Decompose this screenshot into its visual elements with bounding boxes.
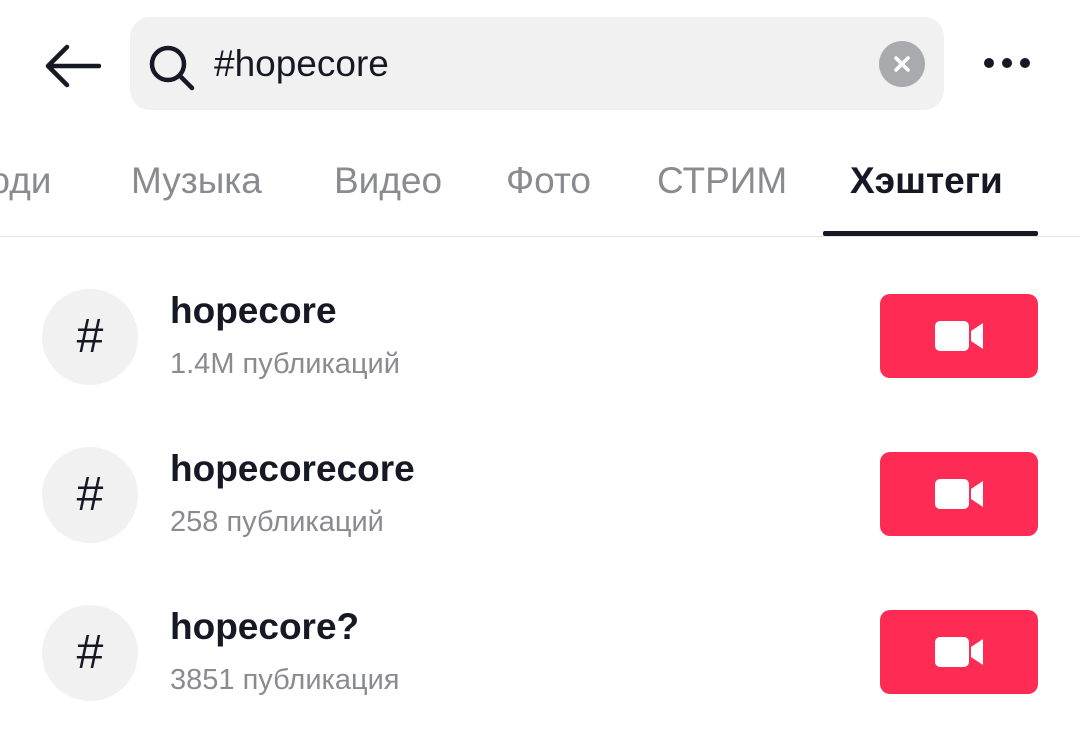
hashtag-symbol: #: [76, 468, 104, 521]
back-button[interactable]: [38, 34, 106, 98]
clear-x-icon: [894, 56, 910, 72]
tab-hashtags[interactable]: Хэштеги: [850, 160, 1003, 202]
video-camera-icon: [935, 479, 983, 509]
hashtag-icon: #: [42, 289, 138, 385]
hashtag-icon: #: [42, 605, 138, 701]
more-options-button[interactable]: [972, 40, 1042, 86]
hashtag-row[interactable]: # hopecore? 3851 публикация: [0, 574, 1080, 732]
hashtag-symbol: #: [76, 310, 104, 363]
top-bar: [0, 0, 1080, 130]
clear-search-button[interactable]: [879, 41, 925, 87]
hashtag-post-count: 258 публикаций: [170, 506, 384, 538]
hashtag-post-count: 1.4M публикаций: [170, 348, 400, 380]
more-dot: [1020, 58, 1030, 68]
hashtag-symbol: #: [76, 626, 104, 679]
more-dots-icon: [984, 58, 994, 68]
hashtag-name: hopecore?: [170, 606, 360, 647]
search-icon: [149, 45, 195, 91]
active-tab-indicator: [823, 231, 1038, 236]
search-tabs: Люди Музыка Видео Фото СТРИМ Хэштеги: [0, 130, 1080, 237]
hashtag-post-count: 3851 публикация: [170, 664, 400, 696]
tab-video[interactable]: Видео: [334, 160, 442, 202]
tab-people[interactable]: Люди: [0, 160, 51, 202]
record-video-button[interactable]: [880, 610, 1038, 694]
tab-photo[interactable]: Фото: [506, 160, 591, 202]
search-box[interactable]: [130, 17, 944, 110]
video-camera-icon: [935, 321, 983, 351]
record-video-button[interactable]: [880, 294, 1038, 378]
hashtag-name: hopecore: [170, 290, 337, 331]
hashtag-row[interactable]: # hopecorecore 258 публикаций: [0, 416, 1080, 574]
hashtag-name: hopecorecore: [170, 448, 415, 489]
tab-live[interactable]: СТРИМ: [657, 160, 787, 202]
video-camera-icon: [935, 637, 983, 667]
more-dot: [1002, 58, 1012, 68]
hashtag-row[interactable]: # hopecore 1.4M публикаций: [0, 258, 1080, 416]
search-input[interactable]: [214, 17, 854, 110]
hashtag-icon: #: [42, 447, 138, 543]
arrow-left-icon: [45, 44, 101, 88]
record-video-button[interactable]: [880, 452, 1038, 536]
tab-music[interactable]: Музыка: [131, 160, 262, 202]
